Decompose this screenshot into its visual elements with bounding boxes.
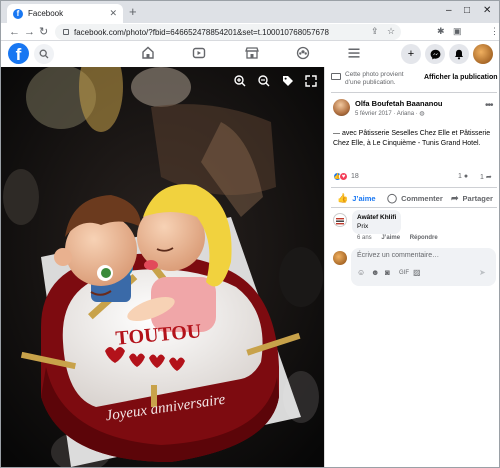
- close-window-button[interactable]: ✕: [483, 5, 491, 16]
- comment-button[interactable]: ◯ Commenter: [387, 193, 443, 204]
- groups-icon[interactable]: [296, 45, 310, 61]
- love-reaction-icon: ♥: [339, 172, 348, 181]
- home-icon[interactable]: [141, 45, 155, 61]
- send-icon[interactable]: ➤: [479, 268, 486, 277]
- divider: [331, 207, 497, 208]
- comment-bubble-icon: ●: [463, 173, 469, 180]
- new-tab-button[interactable]: +: [129, 5, 137, 19]
- search-icon: [39, 49, 49, 59]
- zoom-in-button[interactable]: [232, 75, 248, 91]
- patisserie-logo-icon: [336, 218, 344, 225]
- notifications-button[interactable]: [449, 44, 469, 64]
- zoom-in-icon: [234, 75, 246, 87]
- sticker-icon[interactable]: ▨: [413, 268, 421, 277]
- address-bar-row: ← → ↻ facebook.com/photo/?fbid=646652478…: [1, 23, 499, 61]
- zoom-out-button[interactable]: [256, 75, 272, 91]
- tag-button[interactable]: [280, 75, 296, 91]
- avatar-sticker-icon[interactable]: ☺: [357, 268, 365, 277]
- share-page-icon[interactable]: ⇪: [371, 26, 379, 37]
- messenger-button[interactable]: [425, 44, 445, 64]
- minimize-button[interactable]: –: [446, 5, 452, 16]
- comment-input[interactable]: Écrivez un commentaire… ☺ ☻ ◙ GIF ▨ ➤: [351, 248, 496, 286]
- reload-icon[interactable]: ↻: [39, 25, 48, 39]
- comment-age: 6 ans: [357, 235, 372, 241]
- bookmark-star-icon[interactable]: ☆: [387, 26, 395, 37]
- poster-avatar[interactable]: [333, 99, 350, 116]
- comment-reply-link[interactable]: Répondre: [410, 235, 438, 241]
- search-button[interactable]: [34, 44, 54, 64]
- post-date-location: 5 février 2017 · Ariana ·: [355, 111, 420, 117]
- gif-icon[interactable]: GIF: [399, 270, 409, 276]
- facebook-favicon: f: [13, 8, 23, 19]
- lock-icon: [63, 29, 69, 35]
- extensions-icon[interactable]: ✱: [437, 26, 445, 37]
- poster-name[interactable]: Olfa Boufetah Baananou: [355, 99, 443, 108]
- photo-source-notice: Cette photo provient d’une publication. …: [331, 71, 499, 91]
- emoji-icon[interactable]: ☻: [371, 268, 379, 277]
- fullscreen-icon: [305, 75, 317, 87]
- menu-icon[interactable]: [347, 45, 361, 61]
- post-caption: — avec Pâtisserie Seselles Chez Elle et …: [333, 130, 491, 147]
- share-count[interactable]: 1 ➦: [480, 173, 492, 181]
- watch-icon[interactable]: [192, 45, 206, 61]
- current-user-avatar[interactable]: [333, 251, 347, 265]
- comment-like-link[interactable]: J’aime: [381, 235, 400, 241]
- more-options-icon[interactable]: •••: [485, 100, 493, 111]
- messenger-icon: [430, 49, 440, 59]
- browser-window: f Facebook ✕ + – □ ✕ ← → ↻ facebook.com/…: [0, 0, 500, 468]
- tab-strip: f Facebook ✕ + – □ ✕: [1, 1, 499, 23]
- commenter-avatar[interactable]: [333, 213, 347, 227]
- comment-text: Prix: [357, 223, 369, 230]
- photo-viewer[interactable]: TOUTOU Joyeux anniversaire: [1, 67, 324, 467]
- post-details-panel: Cette photo provient d’une publication. …: [324, 67, 499, 467]
- cake-photo: TOUTOU Joyeux anniversaire: [1, 67, 324, 467]
- like-button[interactable]: 👍 J’aime: [337, 193, 376, 204]
- divider: [331, 187, 497, 188]
- notice-text: Cette photo provient d’une publication.: [345, 71, 404, 86]
- forward-icon[interactable]: →: [24, 25, 35, 39]
- account-avatar[interactable]: [473, 44, 493, 64]
- show-post-link[interactable]: Afficher la publication: [424, 74, 498, 81]
- marketplace-icon[interactable]: [245, 45, 259, 61]
- thumbs-up-icon: 👍: [337, 193, 349, 203]
- facebook-topbar: f +: [1, 41, 499, 67]
- public-globe-icon: ◍: [419, 111, 425, 117]
- comment-author[interactable]: Awâtef Khlifi: [357, 213, 396, 222]
- fullscreen-button[interactable]: [303, 75, 319, 91]
- comment-actions: 6 ans J’aime Répondre: [357, 235, 438, 241]
- comment-icon: ◯: [387, 193, 398, 203]
- bell-icon: [455, 49, 463, 59]
- side-panel-icon[interactable]: ▣: [453, 26, 462, 37]
- url-text: facebook.com/photo/?fbid=646652478854201…: [74, 27, 329, 37]
- browser-menu-icon[interactable]: ⋮: [490, 26, 499, 37]
- comment-bubble: Awâtef Khlifi Prix: [352, 210, 402, 234]
- zoom-out-icon: [258, 75, 270, 87]
- reaction-count: 18: [351, 173, 359, 180]
- close-tab-icon[interactable]: ✕: [109, 8, 117, 19]
- share-icon: ➦: [451, 193, 459, 203]
- comment-placeholder: Écrivez un commentaire…: [357, 252, 440, 259]
- maximize-button[interactable]: □: [464, 5, 470, 16]
- back-icon[interactable]: ←: [9, 25, 20, 39]
- browser-tab[interactable]: f Facebook ✕: [7, 4, 123, 23]
- comment-count[interactable]: 1 ●: [458, 173, 468, 180]
- reactions-summary[interactable]: 👍 ♥ 18: [333, 172, 359, 181]
- facebook-logo[interactable]: f: [8, 43, 29, 64]
- share-button[interactable]: ➦ Partager: [451, 193, 493, 204]
- omnibox[interactable]: facebook.com/photo/?fbid=646652478854201…: [55, 24, 401, 40]
- create-button[interactable]: +: [401, 44, 421, 64]
- camera-icon[interactable]: ◙: [385, 268, 390, 277]
- divider: [331, 92, 497, 93]
- tab-title: Facebook: [28, 9, 64, 18]
- panel-scrollbar[interactable]: [495, 67, 499, 467]
- post-meta: 5 février 2017 · Ariana · ◍: [355, 110, 425, 117]
- photo-notice-icon: [331, 73, 341, 80]
- tag-icon: [283, 76, 293, 86]
- share-arrow-icon: ➦: [485, 174, 492, 181]
